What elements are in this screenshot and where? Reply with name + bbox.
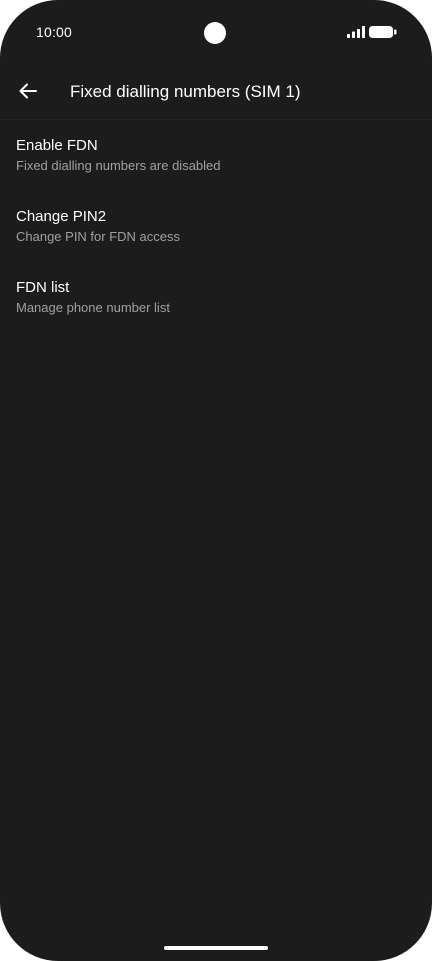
settings-item-title: Change PIN2: [16, 208, 107, 225]
settings-item-subtitle: Manage phone number list: [16, 300, 170, 315]
phone-screen: 10:00 Fixed dialling numbers (SIM 1) Ena…: [0, 0, 432, 961]
settings-item-subtitle: Change PIN for FDN access: [16, 229, 181, 244]
arrow-back-icon: [19, 83, 37, 99]
battery-icon: [369, 26, 397, 38]
status-time: 10:00: [36, 24, 73, 40]
home-indicator[interactable]: [164, 946, 268, 950]
signal-icon: [347, 26, 365, 38]
settings-item-title: Enable FDN: [16, 137, 98, 154]
status-bar: 10:00: [0, 0, 432, 64]
settings-item-enable-fdn[interactable]: Enable FDN Fixed dialling numbers are di…: [0, 120, 432, 191]
settings-item-title: FDN list: [16, 279, 70, 296]
settings-item-fdn-list[interactable]: FDN list Manage phone number list: [0, 262, 432, 333]
settings-item-change-pin2[interactable]: Change PIN2 Change PIN for FDN access: [0, 191, 432, 262]
settings-item-subtitle: Fixed dialling numbers are disabled: [16, 158, 221, 173]
page-title: Fixed dialling numbers (SIM 1): [70, 82, 301, 101]
front-camera: [204, 22, 226, 44]
back-button[interactable]: [10, 72, 46, 110]
app-bar: Fixed dialling numbers (SIM 1): [0, 64, 432, 120]
settings-list: Enable FDN Fixed dialling numbers are di…: [0, 120, 432, 333]
